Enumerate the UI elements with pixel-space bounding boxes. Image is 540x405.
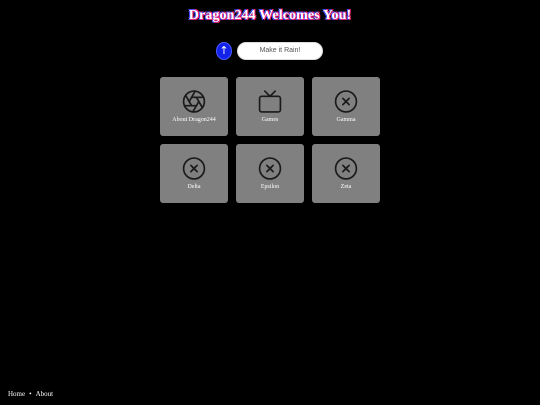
footer-separator: • (29, 390, 32, 398)
page-title: Dragon244 Welcomes You! (188, 8, 352, 23)
tile-gamma[interactable]: Gamma (312, 77, 380, 136)
tile-delta[interactable]: Delta (160, 144, 228, 203)
x-circle-icon (334, 89, 359, 114)
tile-label: Games (261, 117, 279, 123)
tile-label: Delta (187, 184, 201, 190)
page: Dragon244 Welcomes You! ↑ Make it Rain! … (0, 0, 540, 405)
x-circle-icon (334, 156, 359, 181)
aperture-icon (182, 89, 207, 114)
tv-icon (258, 89, 283, 114)
tile-about-dragon244[interactable]: About Dragon244 (160, 77, 228, 136)
tile-games[interactable]: Games (236, 77, 304, 136)
tile-label: Gamma (336, 117, 356, 123)
x-circle-icon (182, 156, 207, 181)
tile-label: About Dragon244 (172, 117, 216, 123)
tile-label: Epsilon (260, 184, 280, 190)
app-grid: About Dragon244 Games Gamma Delta Epsilo… (160, 77, 380, 203)
footer-nav: Home • About (8, 390, 53, 398)
tile-label: Zeta (340, 184, 352, 190)
tile-epsilon[interactable]: Epsilon (236, 144, 304, 203)
x-circle-icon (258, 156, 283, 181)
footer-link-about[interactable]: About (36, 390, 54, 398)
footer-link-home[interactable]: Home (8, 390, 25, 398)
controls-bar: ↑ Make it Rain! (216, 41, 323, 61)
make-it-rain-button[interactable]: Make it Rain! (237, 42, 323, 60)
scroll-up-button[interactable]: ↑ (216, 42, 232, 60)
tile-zeta[interactable]: Zeta (312, 144, 380, 203)
